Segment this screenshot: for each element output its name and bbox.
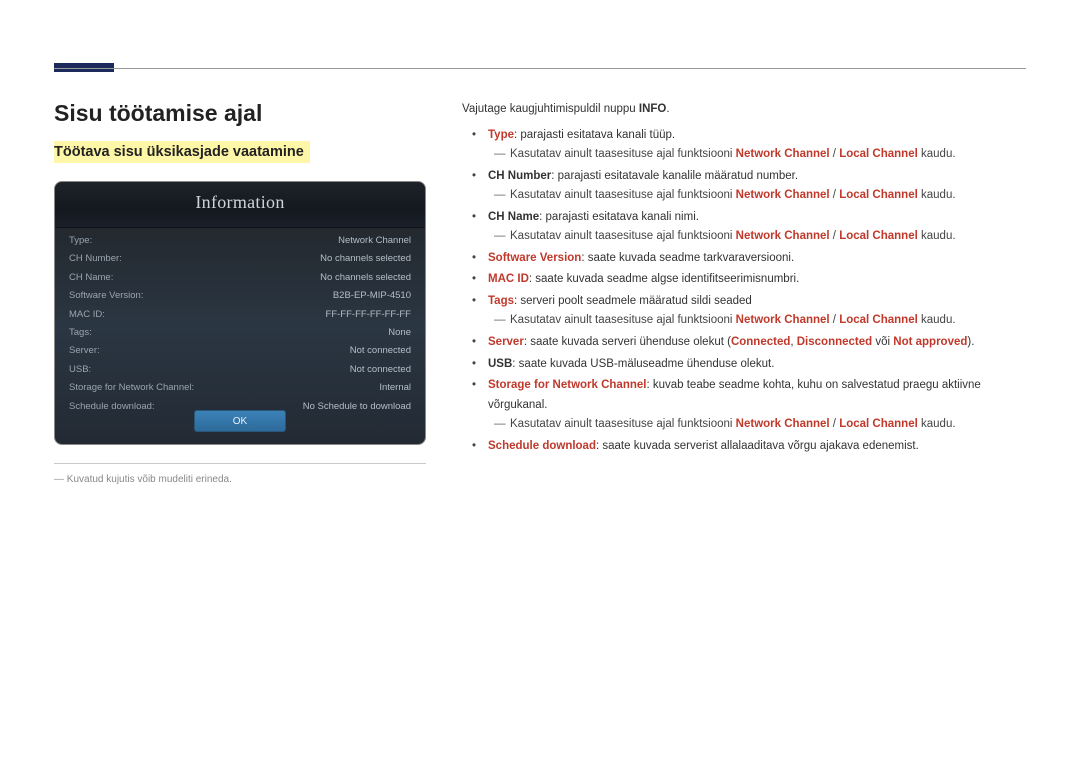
field-label: Type — [488, 129, 514, 141]
sub-note: Kasutatav ainult taasesituse ajal funkts… — [498, 186, 1026, 206]
sub-note: Kasutatav ainult taasesituse ajal funkts… — [498, 145, 1026, 165]
info-row: CH Number: No channels selected — [69, 250, 411, 268]
info-row: MAC ID: FF-FF-FF-FF-FF-FF — [69, 306, 411, 324]
info-row: USB: Not connected — [69, 361, 411, 379]
list-item: USB: saate kuvada USB-mäluseadme ühendus… — [478, 355, 1026, 375]
field-label: CH Name — [488, 211, 539, 223]
info-key-label: INFO — [639, 103, 666, 115]
info-key: Software Version: — [69, 287, 143, 305]
list-item: Software Version: saate kuvada seadme ta… — [478, 249, 1026, 269]
info-value: Internal — [379, 379, 411, 397]
info-row: Software Version: B2B-EP-MIP-4510 — [69, 287, 411, 305]
field-label: Software Version — [488, 252, 581, 264]
info-value: Not connected — [350, 361, 411, 379]
list-item: MAC ID: saate kuvada seadme algse identi… — [478, 270, 1026, 290]
list-item: Schedule download: saate kuvada serveris… — [478, 437, 1026, 457]
info-key: Tags: — [69, 324, 92, 342]
info-value: Network Channel — [338, 232, 411, 250]
divider — [54, 463, 426, 464]
field-label: Server — [488, 336, 524, 348]
field-label: CH Number — [488, 170, 551, 182]
field-label: Schedule download — [488, 440, 596, 452]
lead-pre: Vajutage kaugjuhtimispuldil nuppu — [462, 103, 639, 115]
info-value: No channels selected — [320, 250, 411, 268]
field-desc: : parajasti esitatava kanali nimi. — [539, 211, 699, 223]
info-row: Type: Network Channel — [69, 232, 411, 250]
field-desc: : parajasti esitatavale kanalile määratu… — [551, 170, 798, 182]
field-desc: : parajasti esitatava kanali tüüp. — [514, 129, 675, 141]
info-row: Tags: None — [69, 324, 411, 342]
info-row: Storage for Network Channel: Internal — [69, 379, 411, 397]
image-disclaimer: Kuvatud kujutis võib mudeliti erineda. — [54, 474, 426, 485]
sub-note: Kasutatav ainult taasesituse ajal funkts… — [498, 415, 1026, 435]
info-key: MAC ID: — [69, 306, 105, 324]
info-key: CH Number: — [69, 250, 122, 268]
info-panel-title: Information — [55, 182, 425, 228]
info-value: B2B-EP-MIP-4510 — [333, 287, 411, 305]
info-row: Server: Not connected — [69, 342, 411, 360]
field-desc: : saate kuvada serverist allalaaditava v… — [596, 440, 919, 452]
left-column: Sisu töötamise ajal Töötava sisu üksikas… — [54, 100, 426, 485]
field-label: USB — [488, 358, 512, 370]
list-item: Tags: serveri poolt seadmele määratud si… — [478, 292, 1026, 331]
field-desc: : saate kuvada seadme algse identifitsee… — [529, 273, 799, 285]
information-panel: Information Type: Network Channel CH Numb… — [54, 181, 426, 445]
sub-note: Kasutatav ainult taasesituse ajal funkts… — [498, 227, 1026, 247]
info-value: FF-FF-FF-FF-FF-FF — [326, 306, 411, 324]
page-content: Sisu töötamise ajal Töötava sisu üksikas… — [54, 100, 1026, 485]
field-label: Storage for Network Channel — [488, 379, 646, 391]
sub-note: Kasutatav ainult taasesituse ajal funkts… — [498, 311, 1026, 331]
ok-button[interactable]: OK — [194, 410, 286, 432]
right-column: Vajutage kaugjuhtimispuldil nuppu INFO. … — [462, 100, 1026, 485]
info-key: USB: — [69, 361, 91, 379]
info-rows: Type: Network Channel CH Number: No channe… — [55, 228, 425, 416]
page-top-rule — [54, 68, 1026, 69]
list-item: Server: saate kuvada serveri ühenduse ol… — [478, 333, 1026, 353]
field-desc: : saate kuvada USB-mäluseadme ühenduse o… — [512, 358, 774, 370]
info-value: Not connected — [350, 342, 411, 360]
info-key: CH Name: — [69, 269, 113, 287]
page-title: Sisu töötamise ajal — [54, 100, 426, 127]
lead-sentence: Vajutage kaugjuhtimispuldil nuppu INFO. — [462, 100, 1026, 120]
list-item: CH Number: parajasti esitatavale kanalil… — [478, 167, 1026, 206]
list-item: CH Name: parajasti esitatava kanali nimi… — [478, 208, 1026, 247]
field-desc: : serveri poolt seadmele määratud sildi … — [514, 295, 752, 307]
info-value: No channels selected — [320, 269, 411, 287]
field-label: Tags — [488, 295, 514, 307]
section-title: Töötava sisu üksikasjade vaatamine — [54, 141, 310, 163]
info-value: None — [388, 324, 411, 342]
field-label: MAC ID — [488, 273, 529, 285]
info-key: Server: — [69, 342, 100, 360]
lead-post: . — [666, 103, 669, 115]
info-key: Storage for Network Channel: — [69, 379, 194, 397]
field-desc: : saate kuvada seadme tarkvaraversiooni. — [581, 252, 794, 264]
details-list: Type: parajasti esitatava kanali tüüp. K… — [478, 126, 1026, 457]
list-item: Storage for Network Channel: kuvab teabe… — [478, 376, 1026, 435]
info-row: CH Name: No channels selected — [69, 269, 411, 287]
info-key: Type: — [69, 232, 92, 250]
list-item: Type: parajasti esitatava kanali tüüp. K… — [478, 126, 1026, 165]
